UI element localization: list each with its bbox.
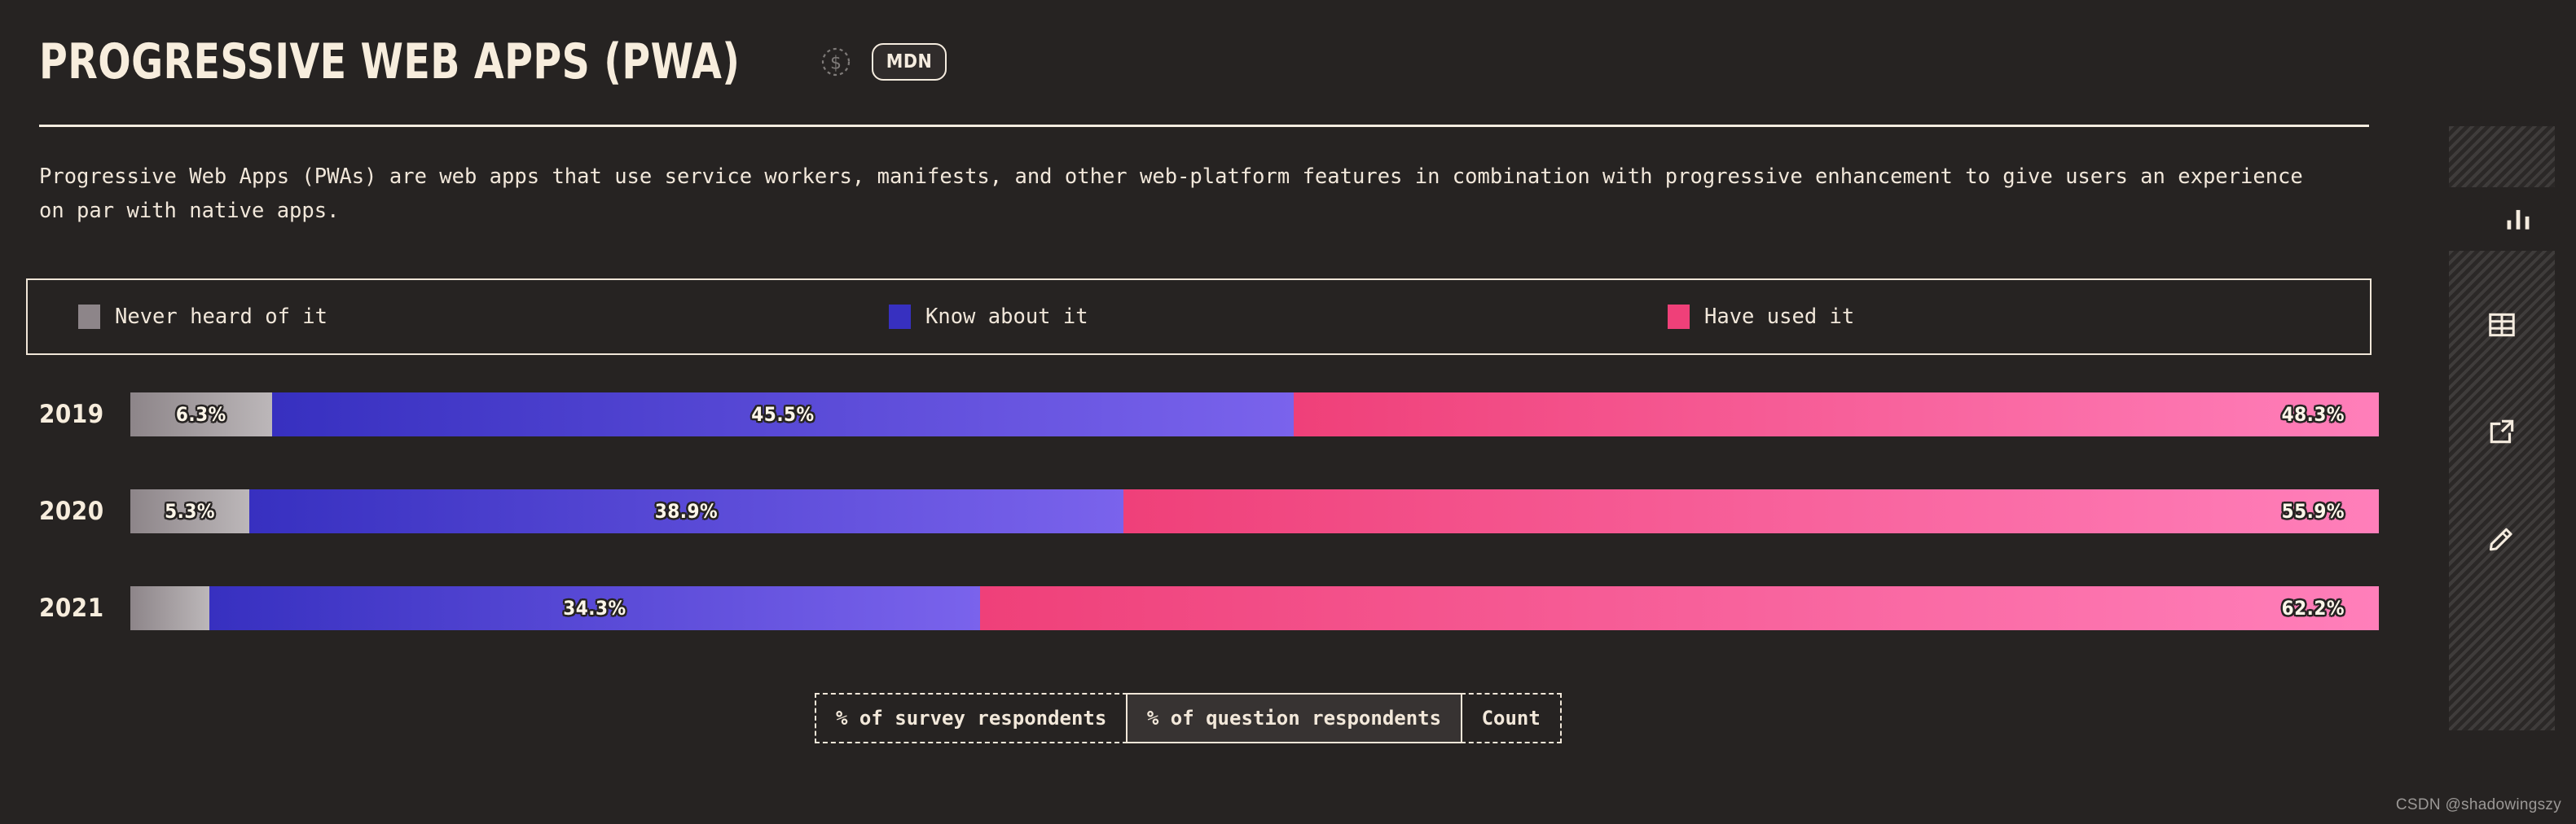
bar-segment-have-used[interactable]: 55.9% [1123, 489, 2379, 533]
bar-segment-value: 62.2% [2281, 597, 2345, 620]
row-year-label: 2020 [39, 497, 104, 526]
bar-segment-have-used[interactable]: 48.3% [1294, 392, 2379, 436]
stacked-bar-chart: 2019 6.3% 45.5% 48.3% 2020 5.3% 38.9% 55… [0, 392, 2379, 683]
header-divider [39, 125, 2369, 127]
sidebar-button-open-external[interactable] [2449, 400, 2555, 463]
row-year-label: 2021 [39, 594, 104, 623]
dollar-circle-icon: $ [821, 47, 850, 77]
bar-chart-icon [2507, 209, 2530, 230]
bar-segment-value: 34.3% [563, 597, 626, 620]
legend-label: Never heard of it [115, 305, 327, 329]
legend-swatch-icon [1668, 305, 1690, 329]
chart-row: 2019 6.3% 45.5% 48.3% [0, 392, 2379, 436]
bar-segment-have-used[interactable]: 62.2% [980, 586, 2379, 630]
bar-segment-never-heard[interactable]: 5.3% [130, 489, 250, 533]
bar-track: 34.3% 62.2% [130, 586, 2379, 630]
pencil-edit-icon [2489, 528, 2512, 551]
chart-legend: Never heard of it Know about it Have use… [26, 278, 2372, 355]
bar-track: 6.3% 45.5% 48.3% [130, 392, 2379, 436]
sidebar-button-table-view[interactable] [2449, 293, 2555, 357]
bar-segment-never-heard[interactable]: 6.3% [130, 392, 272, 436]
bar-segment-know-about[interactable]: 34.3% [209, 586, 981, 630]
sidebar-button-chart-view[interactable] [2449, 187, 2555, 251]
watermark-text: CSDN @shadowingszy [2395, 796, 2561, 813]
bar-segment-value: 45.5% [751, 403, 815, 426]
bar-segment-know-about[interactable]: 38.9% [249, 489, 1123, 533]
chart-tools-sidebar [2449, 126, 2555, 730]
bar-segment-value: 38.9% [654, 500, 719, 523]
tab-count[interactable]: Count [1460, 693, 1562, 743]
table-grid-icon [2489, 313, 2515, 337]
bar-segment-value: 48.3% [2281, 403, 2345, 426]
row-year-label: 2019 [39, 400, 104, 429]
chart-row: 2021 34.3% 62.2% [0, 586, 2379, 630]
tab-question-respondents[interactable]: % of question respondents [1125, 693, 1463, 743]
legend-label: Have used it [1704, 305, 1855, 329]
legend-item-know-about[interactable]: Know about it [889, 305, 1088, 329]
title-row: Progressive Web Apps (PWA) $ MDN [39, 16, 2369, 107]
tab-survey-respondents[interactable]: % of survey respondents [815, 693, 1128, 743]
bar-segment-value: 6.3% [175, 403, 226, 426]
bar-segment-never-heard[interactable] [130, 586, 209, 630]
legend-swatch-icon [78, 305, 100, 329]
svg-text:$: $ [830, 54, 842, 74]
chart-row: 2020 5.3% 38.9% 55.9% [0, 489, 2379, 533]
bar-segment-know-about[interactable]: 45.5% [271, 392, 1295, 436]
page-header: Progressive Web Apps (PWA) $ MDN [39, 16, 2369, 127]
sidebar-button-edit[interactable] [2449, 506, 2555, 569]
bar-track: 5.3% 38.9% 55.9% [130, 489, 2379, 533]
mdn-link-button[interactable]: MDN [871, 43, 947, 81]
page-title: Progressive Web Apps (PWA) [39, 33, 741, 90]
legend-item-never-heard[interactable]: Never heard of it [78, 305, 327, 329]
page-description: Progressive Web Apps (PWAs) are web apps… [39, 164, 2303, 223]
bar-segment-value: 5.3% [165, 500, 216, 523]
units-tab-group: % of survey respondents % of question re… [815, 693, 1562, 743]
legend-swatch-icon [889, 305, 911, 329]
legend-item-have-used[interactable]: Have used it [1668, 305, 1854, 329]
bar-segment-value: 55.9% [2281, 500, 2345, 523]
legend-label: Know about it [925, 305, 1088, 329]
external-link-icon [2490, 419, 2514, 444]
